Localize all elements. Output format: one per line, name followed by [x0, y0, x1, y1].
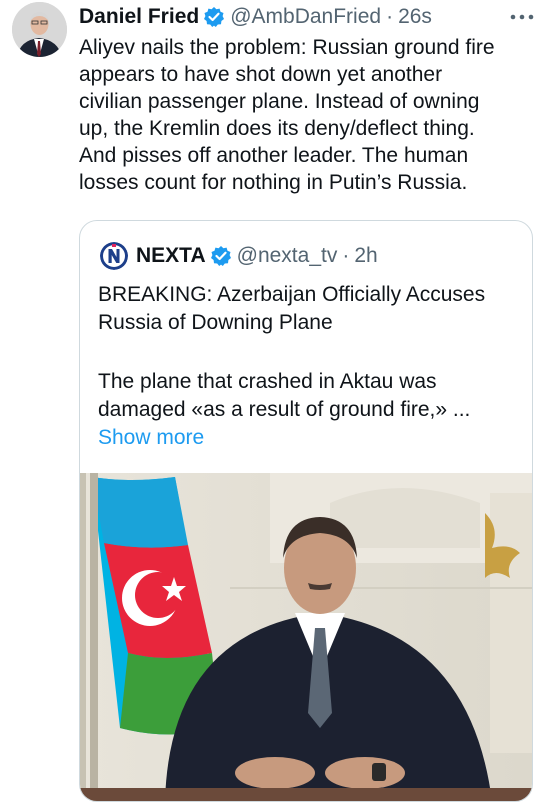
separator-dot: ·: [342, 244, 350, 267]
tweet-timestamp[interactable]: 26s: [398, 5, 432, 29]
show-more-link[interactable]: Show more: [98, 424, 204, 452]
quoted-timestamp[interactable]: 2h: [354, 244, 377, 268]
author-avatar[interactable]: [12, 2, 67, 57]
verified-badge-icon: [210, 246, 231, 266]
verified-badge-icon: [204, 7, 225, 27]
quoted-tweet-image[interactable]: [80, 473, 532, 801]
tweet-text: Aliyev nails the problem: Russian ground…: [79, 36, 495, 194]
avatar-photo: [12, 2, 67, 57]
quoted-tweet-card[interactable]: NEXTA @nexta_tv · 2h BREAKING: Azerbaija…: [79, 220, 533, 802]
more-options-button[interactable]: [509, 2, 535, 28]
official-portrait-photo: [80, 473, 532, 801]
author-name[interactable]: Daniel Fried: [79, 5, 199, 29]
quoted-tweet-headline: BREAKING: Azerbaijan Officially Accuses …: [98, 283, 486, 334]
quoted-tweet-body: The plane that crashed in Aktau was dama…: [98, 370, 471, 421]
separator-dot: ·: [386, 5, 394, 28]
quoted-author-name[interactable]: NEXTA: [136, 244, 206, 268]
tweet-header: Daniel Fried @AmbDanFried · 26s: [79, 0, 432, 34]
author-handle[interactable]: @AmbDanFried: [230, 5, 381, 29]
more-dots-icon: [510, 14, 534, 20]
quoted-author-handle[interactable]: @nexta_tv: [237, 244, 338, 268]
nexta-logo-icon[interactable]: [100, 242, 128, 270]
quoted-tweet-header: NEXTA @nexta_tv · 2h: [100, 241, 378, 271]
